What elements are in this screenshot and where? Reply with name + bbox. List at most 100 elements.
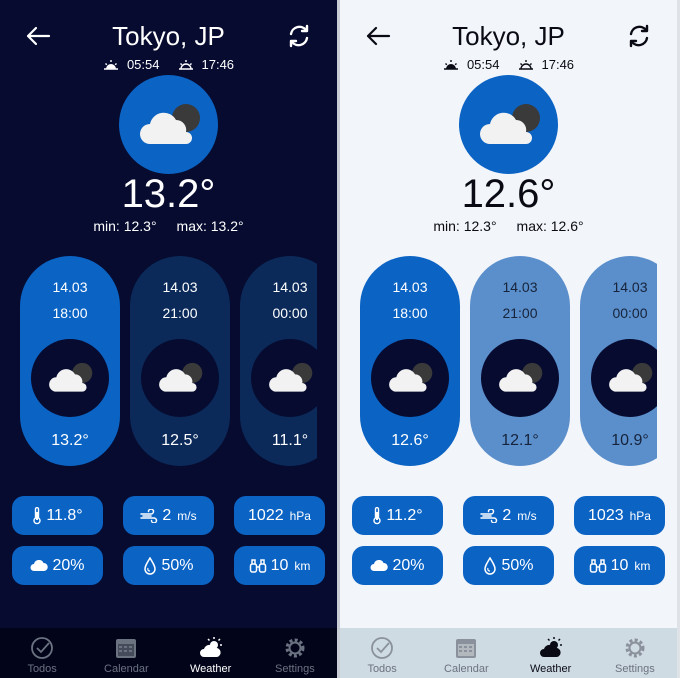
forecast-card[interactable]: 14.03 21:00 12.5° (130, 256, 230, 466)
feels-like-pill: 11.8° (12, 496, 103, 535)
min-max: min: 12.3° max: 12.6° (340, 218, 677, 234)
sunset-time: 17:46 (541, 57, 575, 72)
wind-pill: 2 m/s (123, 496, 214, 535)
clouds-value: 20% (52, 556, 85, 574)
forecast-date: 14.03 (272, 279, 308, 295)
pressure-pill: 1023 hPa (574, 496, 665, 535)
sun-times: 05:54 17:46 (340, 57, 677, 72)
forecast-time: 18:00 (392, 305, 428, 321)
forecast-date: 14.03 (392, 279, 428, 295)
cloud-icon (30, 559, 49, 571)
nav-label: Settings (275, 663, 315, 675)
humidity-drop-icon (144, 556, 157, 575)
current-temperature: 12.6° (461, 172, 556, 216)
feels-like-pill: 11.2° (352, 496, 443, 535)
min-temperature: min: 12.3° (93, 218, 157, 234)
forecast-icon-badge (591, 339, 657, 417)
forecast-time: 18:00 (52, 305, 88, 321)
nav-tab-weather[interactable]: Weather (169, 628, 253, 678)
min-max: min: 12.3° max: 13.2° (0, 218, 337, 234)
forecast-icon-badge (141, 339, 219, 417)
calendar-icon (456, 639, 477, 658)
cloud-moon-icon (139, 103, 200, 144)
forecast-icon-badge (31, 339, 109, 417)
clouds-pill: 20% (12, 546, 103, 585)
refresh-button[interactable] (625, 22, 653, 50)
cloud-moon-icon (269, 362, 313, 392)
forecast-time: 21:00 (502, 305, 538, 321)
sunrise-time: 05:54 (466, 57, 500, 72)
humidity-drop-icon (484, 556, 497, 575)
wind-value: 2 (502, 506, 512, 524)
nav-tab-calendar[interactable]: Calendar (424, 628, 508, 678)
current-weather-icon (459, 75, 558, 174)
wind-value: 2 (162, 506, 172, 524)
visibility-pill: 10 km (574, 546, 665, 585)
pressure-value: 1022 (248, 506, 284, 524)
forecast-date: 14.03 (162, 279, 198, 295)
pressure-value: 1023 (588, 506, 624, 524)
nav-tab-settings[interactable]: Settings (253, 628, 337, 678)
humidity-value: 50% (501, 556, 534, 574)
forecast-temperature: 13.2° (51, 432, 89, 449)
forecast-card[interactable]: 14.03 18:00 12.6° (360, 256, 460, 466)
refresh-icon (629, 24, 649, 48)
max-temperature: max: 12.6° (516, 218, 584, 234)
nav-label: Settings (615, 663, 655, 675)
feels-like-value: 11.8° (46, 506, 83, 524)
forecast-card[interactable]: 14.03 21:00 12.1° (470, 256, 570, 466)
sunset-icon (178, 59, 193, 70)
cloud-moon-icon (389, 362, 433, 392)
humidity-pill: 50% (123, 546, 214, 585)
weather-partly-cloudy-icon (539, 637, 562, 657)
binoculars-icon (589, 558, 606, 573)
sunrise-icon (443, 59, 458, 70)
humidity-pill: 50% (463, 546, 554, 585)
nav-tab-weather[interactable]: Weather (509, 628, 593, 678)
refresh-button[interactable] (285, 22, 313, 50)
forecast-time: 21:00 (162, 305, 198, 321)
forecast-date: 14.03 (52, 279, 88, 295)
nav-label: Calendar (104, 663, 149, 675)
nav-label: Todos (27, 663, 57, 675)
sunrise-time: 05:54 (126, 57, 160, 72)
feels-like-value: 11.2° (386, 506, 423, 524)
weather-screen-light: Tokyo, JP 05:54 17:46 12.6° min: 12.3° m… (340, 0, 677, 678)
forecast-carousel[interactable]: 14.03 18:00 13.2° 14.03 21:00 12.5° 14.0… (20, 256, 317, 466)
wind-icon (480, 508, 498, 523)
forecast-icon-badge (251, 339, 317, 417)
nav-label: Weather (189, 663, 232, 675)
visibility-unit: km (294, 558, 311, 573)
nav-tab-todos[interactable]: Todos (340, 628, 424, 678)
sun-times: 05:54 17:46 (0, 57, 337, 72)
nav-label: Calendar (444, 663, 489, 675)
forecast-icon-badge (371, 339, 449, 417)
wind-icon (140, 508, 158, 523)
forecast-card[interactable]: 14.03 00:00 11.1° (240, 256, 317, 466)
check-circle-icon (371, 637, 394, 659)
current-temperature: 13.2° (121, 172, 216, 216)
gear-icon (285, 638, 305, 658)
pressure-unit: hPa (289, 508, 311, 523)
forecast-card[interactable]: 14.03 18:00 13.2° (20, 256, 120, 466)
sunset-icon (518, 59, 533, 70)
forecast-carousel[interactable]: 14.03 18:00 12.6° 14.03 21:00 12.1° 14.0… (360, 256, 657, 466)
forecast-card[interactable]: 14.03 00:00 10.9° (580, 256, 657, 466)
nav-tab-settings[interactable]: Settings (593, 628, 677, 678)
nav-label: Weather (529, 663, 572, 675)
cloud-moon-icon (499, 362, 543, 392)
clouds-pill: 20% (352, 546, 443, 585)
wind-unit: m/s (177, 508, 197, 523)
nav-tab-todos[interactable]: Todos (0, 628, 84, 678)
pressure-pill: 1022 hPa (234, 496, 325, 535)
sunrise-icon (103, 59, 118, 70)
forecast-time: 00:00 (612, 305, 648, 321)
nav-tab-calendar[interactable]: Calendar (84, 628, 168, 678)
visibility-pill: 10 km (234, 546, 325, 585)
binoculars-icon (249, 558, 266, 573)
max-temperature: max: 13.2° (176, 218, 244, 234)
forecast-date: 14.03 (612, 279, 648, 295)
forecast-time: 00:00 (272, 305, 308, 321)
weather-screen-dark: Tokyo, JP 05:54 17:46 13.2° min: 12.3° m… (0, 0, 337, 678)
sunset-time: 17:46 (201, 57, 235, 72)
